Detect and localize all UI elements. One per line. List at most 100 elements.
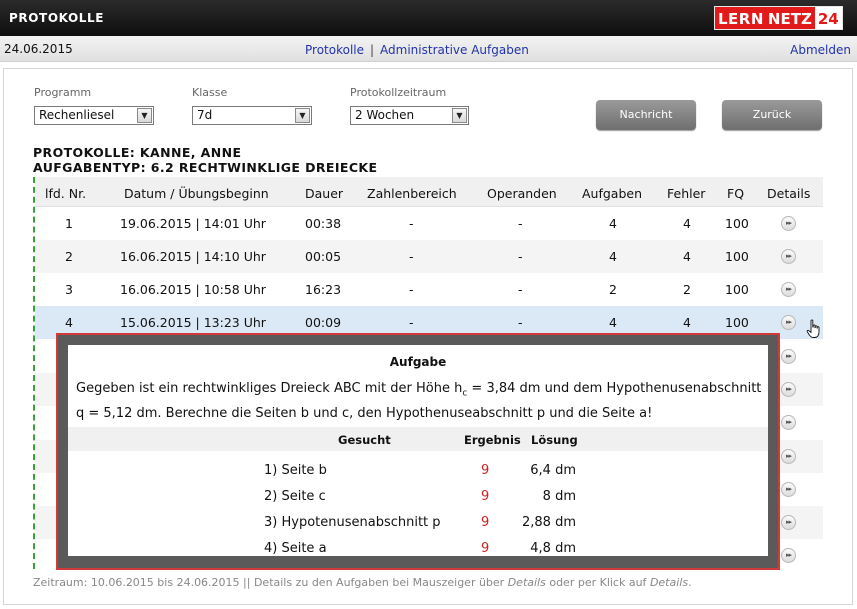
- col-lfd-nr: lfd. Nr.: [45, 186, 87, 201]
- col-zahlenbereich: Zahlenbereich: [367, 186, 457, 201]
- col-dauer: Dauer: [305, 186, 344, 201]
- popup-col-gesucht: Gesucht: [338, 433, 391, 447]
- cell-datum: 19.06.2015 | 14:01 Uhr: [120, 216, 266, 231]
- klasse-select[interactable]: 7d ▼: [192, 106, 312, 125]
- sub-bar: 24.06.2015 Protokolle | Administrative Auf…: [0, 36, 857, 62]
- popup-table-header: Gesucht Ergebnis Lösung: [68, 427, 768, 451]
- zurueck-button[interactable]: Zurück: [722, 100, 822, 130]
- footer-part3: .: [688, 576, 692, 589]
- zeitraum-value: 2 Wochen: [355, 108, 415, 122]
- details-play-icon[interactable]: ▸▸: [781, 349, 796, 364]
- cell-fehler: 4: [683, 249, 691, 264]
- table-row[interactable]: 1 19.06.2015 | 14:01 Uhr 00:38 - - 4 4 100 ▸▸: [35, 207, 823, 240]
- popup-ergebnis: 9: [481, 463, 490, 478]
- nav-admin-tasks-link[interactable]: Administrative Aufgaben: [380, 43, 529, 57]
- cell-zahlenbereich: -: [409, 249, 414, 264]
- logo-part3: 24: [814, 7, 842, 29]
- cell-fehler: 2: [683, 282, 691, 297]
- popup-loesung: 2,88 dm: [522, 515, 576, 530]
- task-popup-content: Aufgabe Gegeben ist ein rechtwinkliges D…: [68, 345, 768, 556]
- main-nav: Protokolle | Administrative Aufgaben: [305, 43, 529, 57]
- footer-part1: Zeitraum: 10.06.2015 bis 24.06.2015 || D…: [33, 576, 508, 589]
- cell-zahlenbereich: -: [409, 282, 414, 297]
- hand-cursor-icon: [806, 319, 820, 338]
- table-header: lfd. Nr. Datum / Übungsbeginn Dauer Zahl…: [35, 177, 823, 207]
- popup-gesucht: 4) Seite a: [264, 541, 327, 556]
- cell-fehler: 4: [683, 216, 691, 231]
- details-play-icon[interactable]: ▸▸: [781, 315, 796, 330]
- aufgabentyp-heading: AUFGABENTYP: 6.2 RECHTWINKLIGE DREIECKE: [33, 160, 378, 175]
- cell-operanden: -: [518, 282, 523, 297]
- programm-select[interactable]: Rechenliesel ▼: [34, 106, 154, 125]
- app-title: PROTOKOLLE: [9, 11, 105, 25]
- popup-col-loesung: Lösung: [531, 433, 578, 447]
- popup-loesung: 8 dm: [542, 489, 576, 504]
- task-text-line1-b: = 3,84 dm und dem Hypothenusenabschnitt: [467, 381, 762, 396]
- cell-fq: 100: [725, 216, 749, 231]
- details-play-icon[interactable]: ▸▸: [781, 415, 796, 430]
- top-bar: PROTOKOLLE LERN NETZ 24: [0, 0, 857, 36]
- table-row[interactable]: 3 16.06.2015 | 10:58 Uhr 16:23 - - 2 2 100 ▸▸: [35, 273, 823, 306]
- chevron-down-icon: ▼: [452, 108, 467, 123]
- current-date: 24.06.2015: [4, 42, 73, 56]
- col-datum: Datum / Übungsbeginn: [124, 186, 269, 201]
- details-play-icon[interactable]: ▸▸: [781, 249, 796, 264]
- logout-link[interactable]: Abmelden: [790, 43, 851, 57]
- nav-separator: |: [370, 43, 375, 57]
- task-text-line1-a: Gegeben ist ein rechtwinkliges Dreieck A…: [76, 381, 463, 396]
- nachricht-button[interactable]: Nachricht: [596, 100, 696, 130]
- col-fehler: Fehler: [667, 186, 706, 201]
- zeitraum-label: Protokollzeitraum: [350, 86, 447, 99]
- cell-fq: 100: [725, 315, 749, 330]
- chevron-down-icon: ▼: [295, 108, 310, 123]
- popup-gesucht: 2) Seite c: [264, 489, 326, 504]
- popup-col-ergebnis: Ergebnis: [464, 433, 521, 447]
- popup-ergebnis: 9: [481, 515, 490, 530]
- popup-title: Aufgabe: [389, 355, 447, 369]
- protokolle-heading: PROTOKOLLE: KANNE, ANNE: [33, 145, 242, 160]
- logo-part1: LERN: [715, 7, 766, 29]
- cell-datum: 16.06.2015 | 10:58 Uhr: [120, 282, 266, 297]
- cell-nr: 1: [65, 216, 73, 231]
- footer-part2: oder per Klick auf: [545, 576, 650, 589]
- cell-fq: 100: [725, 282, 749, 297]
- cell-nr: 2: [65, 249, 73, 264]
- popup-gesucht: 1) Seite b: [264, 463, 327, 478]
- details-play-icon[interactable]: ▸▸: [781, 282, 796, 297]
- details-play-icon[interactable]: ▸▸: [781, 548, 796, 563]
- klasse-label: Klasse: [192, 86, 228, 99]
- table-row[interactable]: 2 16.06.2015 | 14:10 Uhr 00:05 - - 4 4 100 ▸▸: [35, 240, 823, 273]
- task-text-line1: Gegeben ist ein rechtwinkliges Dreieck A…: [76, 379, 766, 404]
- klasse-value: 7d: [197, 108, 213, 122]
- cell-nr: 4: [65, 315, 73, 330]
- cell-fehler: 4: [683, 315, 691, 330]
- task-popup: Aufgabe Gegeben ist ein rechtwinkliges D…: [56, 333, 780, 570]
- nav-protokolle-link[interactable]: Protokolle: [305, 43, 364, 57]
- details-play-icon[interactable]: ▸▸: [781, 216, 796, 231]
- cell-dauer: 16:23: [305, 282, 342, 297]
- cell-aufgaben: 4: [609, 249, 617, 264]
- details-play-icon[interactable]: ▸▸: [781, 515, 796, 530]
- lernnetz-logo[interactable]: LERN NETZ 24: [714, 6, 843, 30]
- footer-em1: Details: [507, 576, 546, 589]
- col-operanden: Operanden: [487, 186, 557, 201]
- zeitraum-select[interactable]: 2 Wochen ▼: [350, 106, 469, 125]
- popup-task-text: Gegeben ist ein rechtwinkliges Dreieck A…: [76, 379, 766, 424]
- programm-label: Programm: [34, 86, 92, 99]
- cell-datum: 15.06.2015 | 13:23 Uhr: [120, 315, 266, 330]
- chevron-down-icon: ▼: [137, 108, 152, 123]
- popup-loesung: 4,8 dm: [530, 541, 576, 556]
- cell-datum: 16.06.2015 | 14:10 Uhr: [120, 249, 266, 264]
- task-text-line2: q = 5,12 dm. Berechne die Seiten b und c…: [76, 405, 653, 421]
- cell-nr: 3: [65, 282, 73, 297]
- footer-em2: Details: [649, 576, 689, 589]
- cell-aufgaben: 4: [609, 315, 617, 330]
- details-play-icon[interactable]: ▸▸: [781, 449, 796, 464]
- popup-loesung: 6,4 dm: [530, 463, 576, 478]
- cell-dauer: 00:09: [305, 315, 342, 330]
- details-play-icon[interactable]: ▸▸: [781, 382, 796, 397]
- popup-ergebnis: 9: [481, 541, 490, 556]
- logo-part2: NETZ: [765, 7, 815, 29]
- details-play-icon[interactable]: ▸▸: [781, 482, 796, 497]
- cell-dauer: 00:05: [305, 249, 342, 264]
